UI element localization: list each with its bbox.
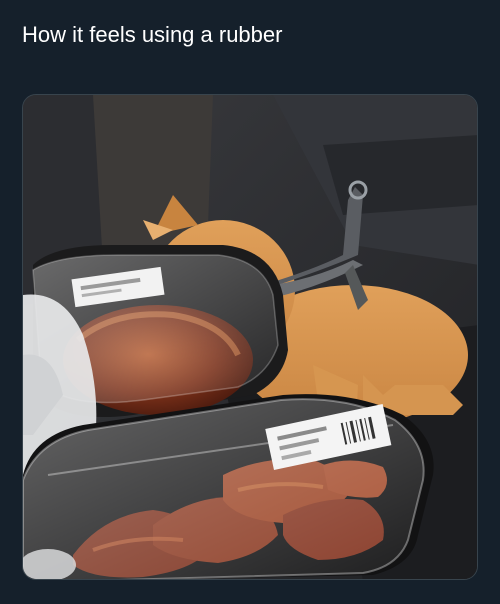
photo-illustration (23, 95, 477, 579)
tweet-text: How it feels using a rubber (22, 22, 283, 47)
tweet-media-photo[interactable] (22, 94, 478, 580)
tweet-card: How it feels using a rubber (0, 0, 500, 604)
window (323, 135, 477, 215)
